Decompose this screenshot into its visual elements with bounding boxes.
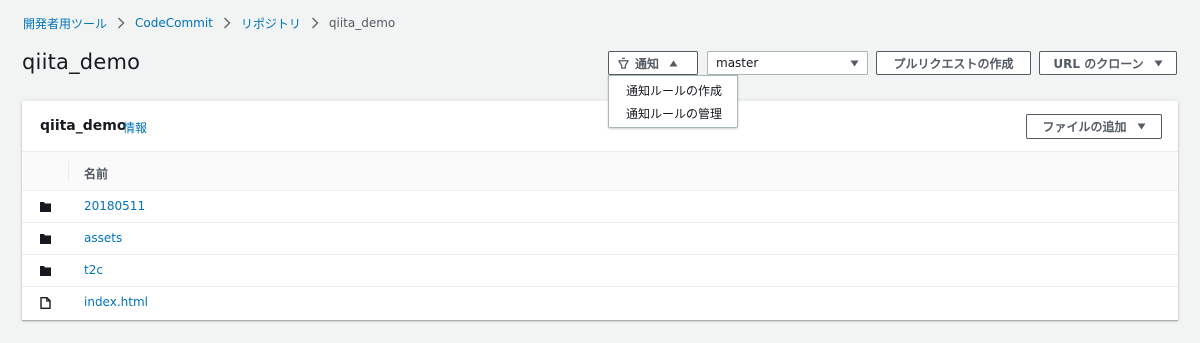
file-icon — [40, 297, 51, 309]
branch-select[interactable]: master — [707, 51, 868, 75]
folder-icon — [40, 233, 51, 245]
breadcrumb-current: qiita_demo — [328, 16, 396, 30]
table-row: assets — [22, 223, 1178, 255]
caret-down-icon — [1154, 60, 1163, 67]
clone-url-button[interactable]: URL のクローン — [1039, 51, 1177, 75]
caret-down-icon — [1137, 123, 1146, 130]
folder-icon — [40, 201, 51, 213]
table-row: 20180511 — [22, 191, 1178, 223]
clone-url-button-label: URL のクローン — [1053, 56, 1144, 71]
chevron-right-icon — [311, 17, 319, 29]
panel-title: qiita_demo — [40, 118, 127, 134]
breadcrumb-link-developer-tools[interactable]: 開発者用ツール — [23, 15, 107, 32]
file-link[interactable]: assets — [84, 231, 122, 245]
caret-up-icon — [669, 60, 678, 67]
info-link[interactable]: 情報 — [123, 119, 147, 136]
chevron-right-icon — [223, 17, 231, 29]
table-row: index.html — [22, 287, 1178, 319]
menu-item-create-notification-rule[interactable]: 通知ルールの作成 — [609, 80, 737, 103]
notify-button-label: 通知 — [635, 56, 660, 71]
panel-header: qiita_demo 情報 ファイルの追加 — [22, 101, 1178, 152]
repository-panel: qiita_demo 情報 ファイルの追加 名前 20180511 assets… — [22, 100, 1178, 320]
add-file-button-label: ファイルの追加 — [1042, 120, 1127, 134]
create-pull-request-button[interactable]: プルリクエストの作成 — [876, 51, 1031, 75]
chevron-right-icon — [117, 17, 125, 29]
table-row: t2c — [22, 255, 1178, 287]
branch-select-value: master — [716, 56, 759, 70]
file-link[interactable]: t2c — [84, 263, 103, 277]
caret-down-icon — [850, 56, 859, 70]
breadcrumb-link-repositories[interactable]: リポジトリ — [241, 15, 301, 32]
breadcrumb-link-codecommit[interactable]: CodeCommit — [135, 16, 213, 30]
table-header: 名前 — [22, 152, 1178, 191]
bell-icon — [617, 57, 630, 70]
notify-button[interactable]: 通知 — [608, 51, 698, 75]
file-link[interactable]: 20180511 — [84, 199, 145, 213]
breadcrumb: 開発者用ツール CodeCommit リポジトリ qiita_demo — [23, 14, 395, 32]
folder-icon — [40, 265, 51, 277]
column-divider — [68, 161, 69, 181]
file-link[interactable]: index.html — [84, 295, 148, 309]
notify-dropdown-menu: 通知ルールの作成 通知ルールの管理 — [608, 75, 738, 128]
column-header-name[interactable]: 名前 — [84, 165, 108, 182]
menu-item-manage-notification-rules[interactable]: 通知ルールの管理 — [609, 103, 737, 126]
page-title: qiita_demo — [22, 50, 141, 74]
add-file-button[interactable]: ファイルの追加 — [1026, 114, 1162, 139]
